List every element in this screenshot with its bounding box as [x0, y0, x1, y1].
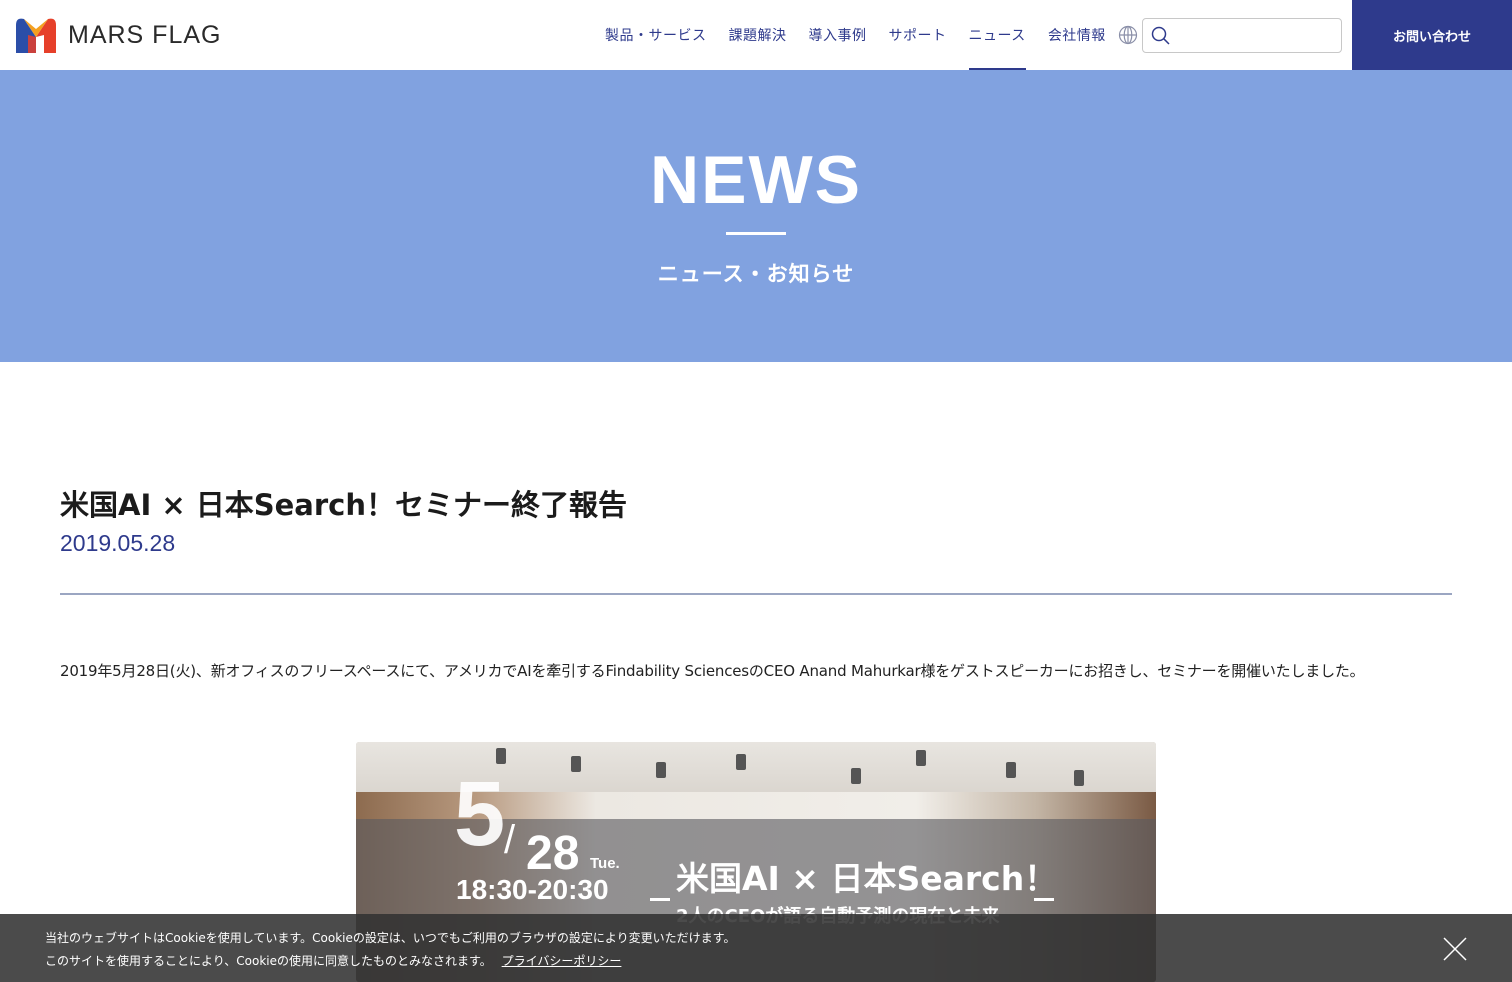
banner-weekday: Tue. — [590, 855, 620, 872]
banner-time: 18:30-20:30 — [456, 874, 609, 905]
hero-banner: NEWS ニュース・お知らせ — [0, 70, 1512, 362]
ceiling-lamp — [656, 762, 666, 778]
banner-dash-right — [1034, 898, 1054, 901]
banner-title: 米国AI × 日本Search！ — [676, 859, 1058, 898]
banner-dash-left — [650, 898, 670, 901]
article-body: 2019年5月28日(火)、新オフィスのフリースペースにて、アメリカでAIを牽引… — [60, 662, 1365, 680]
mars-flag-logo-icon — [16, 18, 56, 54]
cookie-text-line1: 当社のウェブサイトはCookieを使用しています。Cookieの設定は、いつでも… — [45, 931, 736, 945]
hero-divider — [726, 232, 786, 235]
nav-item-support[interactable]: サポート — [878, 0, 958, 70]
nav-item-solutions[interactable]: 課題解決 — [718, 0, 798, 70]
search-icon[interactable] — [1151, 26, 1171, 46]
ceiling-lamp — [1006, 762, 1016, 778]
banner-day: 28 — [526, 827, 580, 880]
nav-item-case-studies[interactable]: 導入事例 — [798, 0, 878, 70]
banner-date-slash: / — [504, 818, 516, 862]
hero-subtitle: ニュース・お知らせ — [657, 262, 855, 286]
article-title: 米国AI × 日本Search！セミナー終了報告 — [60, 488, 627, 522]
ceiling-lamp — [916, 750, 926, 766]
ceiling-lamp — [851, 768, 861, 784]
cookie-text-line2: このサイトを使用することにより、Cookieの使用に同意したものとみなされます。… — [45, 952, 621, 969]
ceiling-lamp — [736, 754, 746, 770]
hero-title: NEWS — [650, 142, 862, 218]
ceiling-lamp — [496, 748, 506, 764]
ceiling-lamp — [571, 756, 581, 772]
article-date: 2019.05.28 — [60, 530, 176, 556]
site-header: MARS FLAG 製品・サービス 課題解決 導入事例 サポート ニュース 会社… — [0, 0, 1512, 70]
nav-item-news[interactable]: ニュース — [958, 0, 1037, 70]
nav-item-products[interactable]: 製品・サービス — [594, 0, 718, 70]
logo[interactable]: MARS FLAG — [14, 14, 221, 56]
main-nav: 製品・サービス 課題解決 導入事例 サポート ニュース 会社情報 — [594, 0, 1117, 70]
close-icon[interactable] — [1442, 936, 1468, 962]
contact-button[interactable]: お問い合わせ — [1352, 0, 1512, 70]
privacy-policy-link[interactable]: プライバシーポリシー — [502, 954, 622, 968]
logo-text: MARS FLAG — [68, 20, 222, 49]
nav-item-company[interactable]: 会社情報 — [1037, 0, 1117, 70]
search-input[interactable] — [1177, 23, 1335, 49]
banner-month: 5 — [454, 763, 506, 865]
article-divider — [60, 593, 1452, 595]
globe-icon[interactable] — [1118, 25, 1138, 45]
ceiling-lamp — [1074, 770, 1084, 786]
cookie-notice: 当社のウェブサイトはCookieを使用しています。Cookieの設定は、いつでも… — [0, 914, 1512, 982]
cookie-text-line2-body: このサイトを使用することにより、Cookieの使用に同意したものとみなされます。 — [45, 954, 492, 968]
search-box — [1142, 18, 1342, 53]
